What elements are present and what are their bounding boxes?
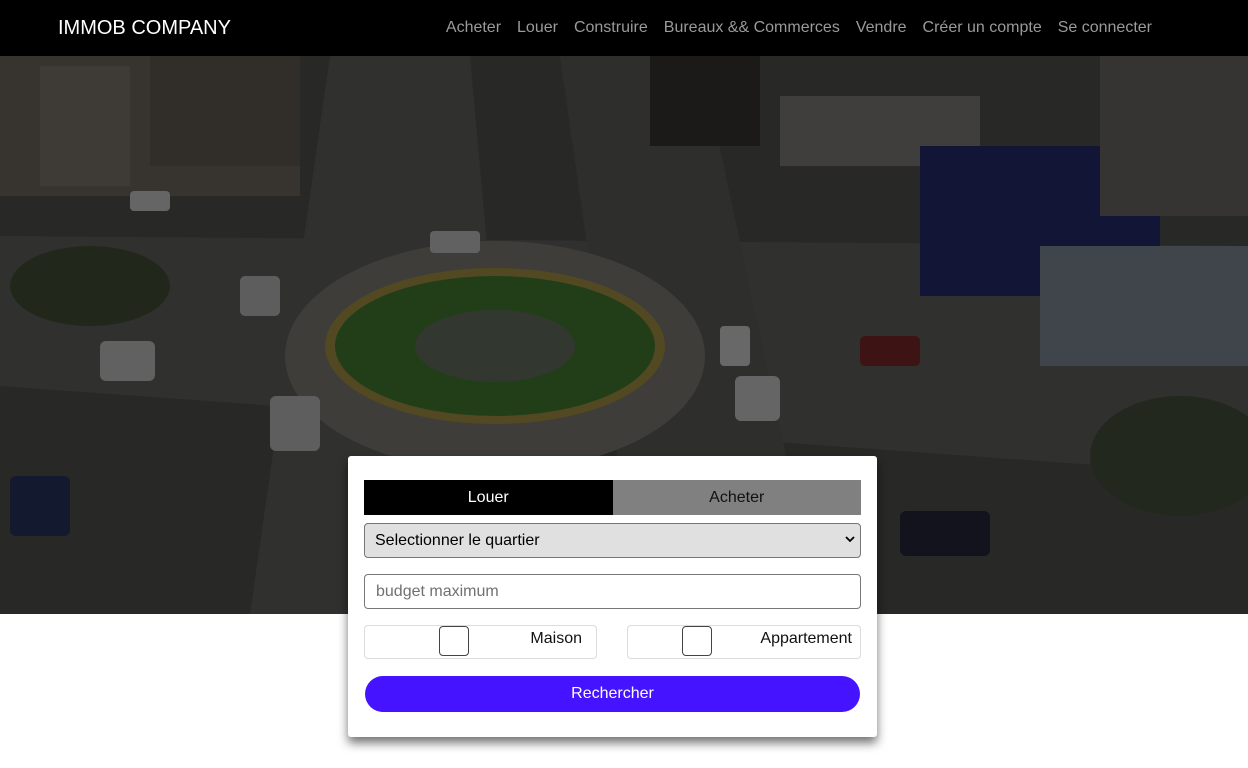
quartier-select[interactable]: Selectionner le quartier — [364, 523, 861, 558]
search-card: Louer Acheter Selectionner le quartier M… — [348, 456, 877, 737]
search-tabs: Louer Acheter — [364, 480, 861, 515]
nav-link-bureaux-commerces[interactable]: Bureaux && Commerces — [656, 18, 848, 38]
nav-link-louer[interactable]: Louer — [509, 18, 566, 38]
appartement-label: Appartement — [760, 630, 852, 647]
nav-link-se-connecter[interactable]: Se connecter — [1050, 18, 1160, 38]
top-navbar: IMMOB COMPANY Acheter Louer Construire B… — [0, 0, 1248, 56]
appartement-checkbox[interactable] — [682, 626, 712, 656]
nav-link-vendre[interactable]: Vendre — [848, 18, 915, 38]
nav-link-acheter[interactable]: Acheter — [438, 18, 509, 38]
search-button[interactable]: Rechercher — [365, 676, 860, 712]
maison-checkbox[interactable] — [439, 626, 469, 656]
nav-link-construire[interactable]: Construire — [566, 18, 656, 38]
option-appartement: Appartement — [627, 625, 861, 659]
nav-link-creer-compte[interactable]: Créer un compte — [915, 18, 1050, 38]
maison-label: Maison — [530, 630, 582, 647]
budget-input[interactable] — [364, 574, 861, 609]
option-maison: Maison — [364, 625, 597, 659]
brand-logo[interactable]: IMMOB COMPANY — [58, 17, 231, 39]
main-nav: Acheter Louer Construire Bureaux && Comm… — [438, 18, 1160, 38]
tab-acheter[interactable]: Acheter — [612, 480, 861, 515]
quartier-select-wrapper: Selectionner le quartier — [364, 523, 861, 558]
tab-louer[interactable]: Louer — [364, 480, 613, 515]
